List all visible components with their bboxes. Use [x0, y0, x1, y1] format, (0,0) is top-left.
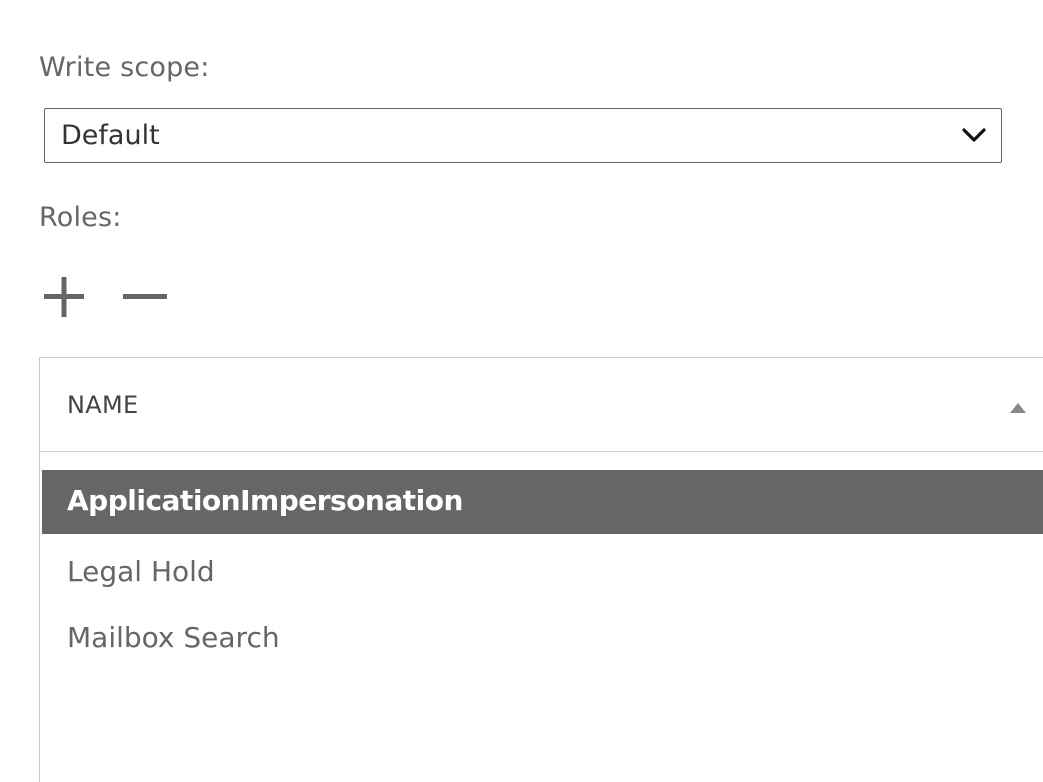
table-row[interactable]: ApplicationImpersonation — [42, 470, 1043, 534]
role-name: Mailbox Search — [67, 621, 280, 654]
sort-ascending-icon — [1010, 403, 1026, 413]
roles-label: Roles: — [39, 202, 122, 233]
name-column-label: NAME — [67, 391, 139, 419]
write-scope-label: Write scope: — [39, 52, 210, 83]
name-column-header[interactable]: NAME — [40, 358, 1043, 452]
role-name: Legal Hold — [67, 555, 215, 588]
chevron-down-icon — [962, 128, 986, 142]
write-scope-selected-value: Default — [61, 120, 160, 151]
table-row[interactable]: Mailbox Search — [42, 607, 1043, 671]
add-role-button[interactable] — [41, 272, 91, 322]
write-scope-dropdown[interactable]: Default — [44, 108, 1002, 163]
roles-table: NAME ApplicationImpersonation Legal Hold… — [39, 357, 1043, 782]
table-row[interactable]: Legal Hold — [42, 541, 1043, 605]
role-name: ApplicationImpersonation — [67, 484, 463, 517]
plus-icon — [44, 277, 84, 317]
remove-role-button[interactable] — [120, 272, 170, 322]
minus-icon — [123, 294, 167, 299]
role-group-editor: Write scope: Default Roles: NAME Applica… — [0, 0, 1043, 782]
